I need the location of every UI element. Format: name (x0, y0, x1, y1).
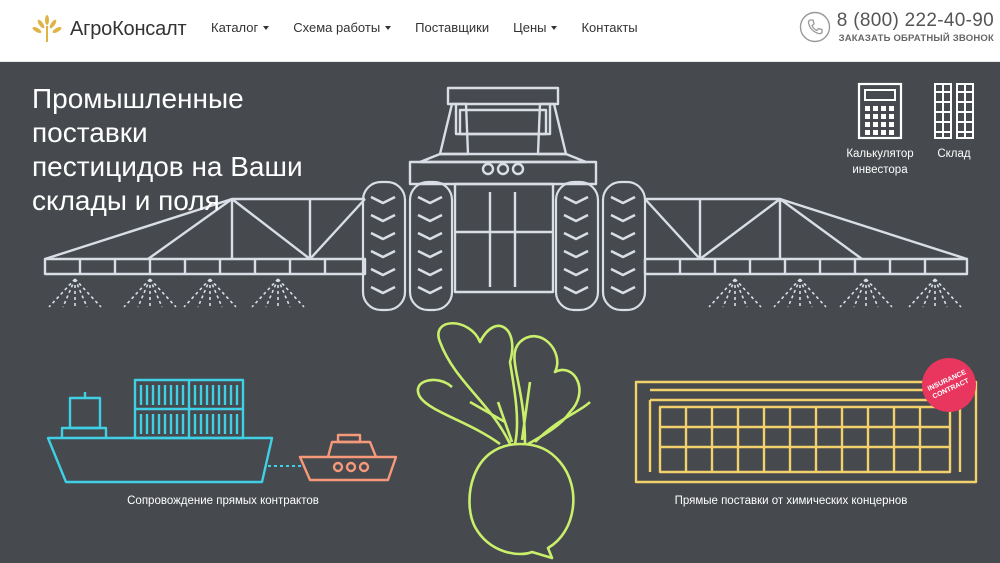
caption-direct-supply: Прямые поставки от химических концернов (674, 495, 908, 507)
calculator-label: Калькулятор (846, 148, 914, 160)
cargo-ship-illustration (46, 378, 302, 484)
warehouse-icon (934, 83, 974, 139)
site-header: АгроКонсалт Каталог Схема работы Поставщ… (0, 0, 1000, 62)
caret-down-icon (263, 25, 270, 30)
logo-text: АгроКонсалт (70, 17, 187, 40)
nav-label: Контакты (581, 20, 638, 35)
caret-down-icon (385, 25, 392, 30)
nav-item-suppliers[interactable]: Поставщики (415, 20, 489, 35)
nav-item-catalog[interactable]: Каталог (211, 20, 270, 35)
nav-label: Поставщики (415, 20, 490, 35)
nav-label: Цены (513, 20, 547, 35)
calculator-tool-link[interactable]: Калькулятор инвестора (836, 82, 924, 178)
hero-title-line: пестицидов на Ваши (32, 151, 303, 182)
nav-label: Каталог (211, 20, 259, 35)
hero-banner: Промышленные поставки пестицидов на Ваши… (0, 62, 1000, 563)
nav-item-contacts[interactable]: Контакты (581, 20, 637, 35)
hero-title-line: склады и поля (32, 185, 220, 216)
nav-label: Схема работы (293, 20, 381, 35)
caret-down-icon (551, 25, 558, 30)
tugboat-illustration (298, 433, 398, 482)
warehouse-tool-link[interactable]: Склад (926, 82, 982, 162)
wheat-logo-icon (32, 15, 62, 42)
logo[interactable]: АгроКонсалт (30, 12, 187, 46)
caption-contracts: Сопровождение прямых контрактов (127, 495, 319, 507)
hero-title: Промышленные поставки пестицидов на Ваши… (32, 82, 362, 218)
main-nav: Каталог Схема работы Поставщики Цены Кон… (199, 20, 650, 35)
calculator-icon (857, 82, 903, 140)
beet-illustration (416, 321, 591, 560)
phone-block: 8 (800) 222-40-90 ЗАКАЗАТЬ ОБРАТНЫЙ ЗВОН… (799, 10, 994, 44)
warehouse-label: Склад (937, 148, 971, 160)
calculator-label: инвестора (852, 164, 908, 176)
callback-link[interactable]: ЗАКАЗАТЬ ОБРАТНЫЙ ЗВОНОК (837, 33, 994, 44)
tractor-wheel (361, 180, 647, 312)
phone-icon (799, 11, 830, 43)
phone-number[interactable]: 8 (800) 222-40-90 (837, 10, 994, 32)
nav-item-workflow[interactable]: Схема работы (293, 20, 392, 35)
hero-title-line: Промышленные поставки (32, 83, 244, 148)
nav-item-prices[interactable]: Цены (513, 20, 558, 35)
